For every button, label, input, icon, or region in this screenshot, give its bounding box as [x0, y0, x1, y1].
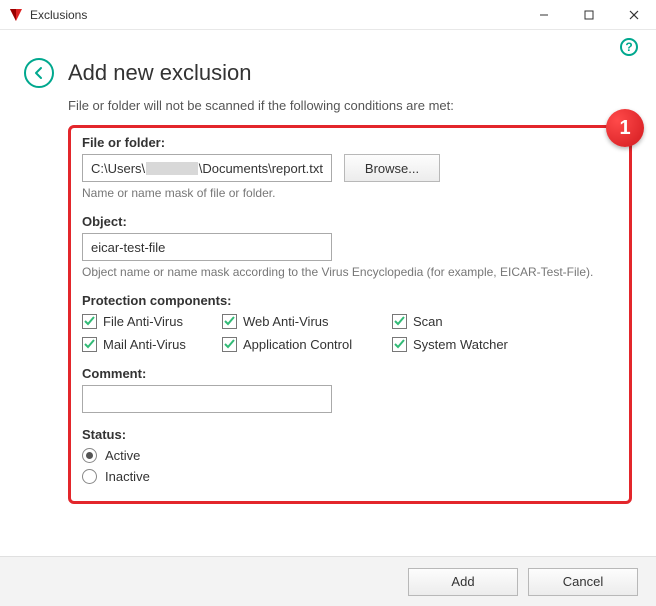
check-application-control[interactable]: Application Control: [222, 337, 392, 352]
object-input[interactable]: [82, 233, 332, 261]
object-label: Object:: [82, 214, 618, 229]
content: ? Add new exclusion File or folder will …: [0, 30, 656, 504]
radio-icon: [82, 448, 97, 463]
file-path-redacted: [146, 162, 198, 175]
checkbox-icon: [222, 337, 237, 352]
comment-label: Comment:: [82, 366, 618, 381]
check-label: Web Anti-Virus: [243, 314, 329, 329]
checkbox-icon: [82, 314, 97, 329]
comment-input[interactable]: [82, 385, 332, 413]
titlebar: Exclusions: [0, 0, 656, 30]
file-path-input[interactable]: C:\Users\ \Documents\report.txt: [82, 154, 332, 182]
file-path-prefix: C:\Users\: [91, 161, 145, 176]
radio-icon: [82, 469, 97, 484]
radio-label: Active: [105, 448, 140, 463]
check-scan[interactable]: Scan: [392, 314, 542, 329]
check-label: System Watcher: [413, 337, 508, 352]
checkbox-icon: [82, 337, 97, 352]
object-hint: Object name or name mask according to th…: [82, 265, 618, 279]
checkbox-icon: [222, 314, 237, 329]
back-button[interactable]: [24, 58, 54, 88]
check-file-antivirus[interactable]: File Anti-Virus: [82, 314, 222, 329]
check-label: Scan: [413, 314, 443, 329]
button-bar: 2 Add Cancel: [0, 556, 656, 606]
file-folder-hint: Name or name mask of file or folder.: [82, 186, 618, 200]
radio-active[interactable]: Active: [82, 448, 618, 463]
app-icon: [8, 7, 24, 23]
check-system-watcher[interactable]: System Watcher: [392, 337, 542, 352]
add-button[interactable]: Add: [408, 568, 518, 596]
page-title: Add new exclusion: [68, 60, 251, 86]
check-mail-antivirus[interactable]: Mail Anti-Virus: [82, 337, 222, 352]
maximize-button[interactable]: [566, 0, 611, 30]
file-path-suffix: \Documents\report.txt: [199, 161, 323, 176]
radio-label: Inactive: [105, 469, 150, 484]
check-web-antivirus[interactable]: Web Anti-Virus: [222, 314, 392, 329]
form-area: 1 File or folder: C:\Users\\Documents\re…: [68, 125, 632, 504]
status-label: Status:: [82, 427, 618, 442]
page-description: File or folder will not be scanned if th…: [68, 98, 632, 113]
help-icon[interactable]: ?: [620, 38, 638, 56]
minimize-button[interactable]: [521, 0, 566, 30]
check-label: Mail Anti-Virus: [103, 337, 186, 352]
checkbox-icon: [392, 314, 407, 329]
radio-inactive[interactable]: Inactive: [82, 469, 618, 484]
close-button[interactable]: [611, 0, 656, 30]
browse-button[interactable]: Browse...: [344, 154, 440, 182]
checkbox-icon: [392, 337, 407, 352]
check-label: File Anti-Virus: [103, 314, 183, 329]
check-label: Application Control: [243, 337, 352, 352]
window-title: Exclusions: [30, 8, 87, 22]
protection-checks: File Anti-Virus Web Anti-Virus Scan Mail…: [82, 314, 618, 352]
protection-label: Protection components:: [82, 293, 618, 308]
file-folder-label: File or folder:: [82, 135, 618, 150]
cancel-button[interactable]: Cancel: [528, 568, 638, 596]
